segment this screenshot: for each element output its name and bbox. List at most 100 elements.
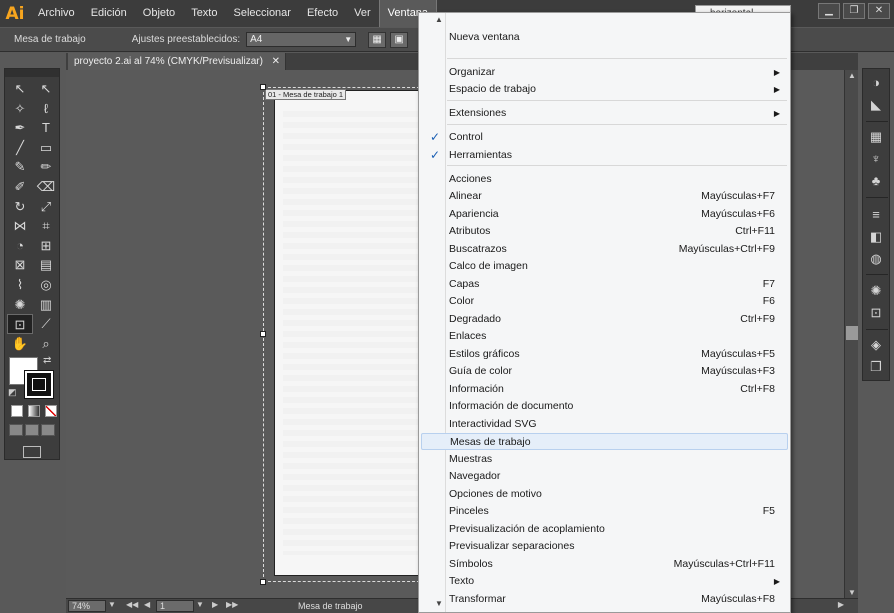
paintbrush-tool-icon[interactable]: ✎ [7,157,33,177]
eraser-tool-icon[interactable]: ⌫ [33,177,59,197]
menu-item[interactable]: Muestras [421,451,788,468]
chevron-down-icon[interactable]: ▼ [196,600,204,609]
menu-item[interactable]: Mesas de trabajo [421,433,788,450]
menu-item[interactable]: Navegador [421,468,788,485]
scroll-up-icon[interactable]: ▲ [846,71,858,80]
menu-item[interactable]: Información de documento [421,398,788,415]
menu-item[interactable]: ✓ Control [421,129,788,146]
resize-handle[interactable] [260,84,266,90]
artboard-tool-icon[interactable]: ⊡ [7,314,33,334]
menu-item[interactable]: Apariencia Mayúsculas+F6 [421,206,788,223]
menu-item[interactable]: Atributos Ctrl+F11 [421,223,788,240]
menu-item[interactable]: Opciones de motivo [421,486,788,503]
blob-brush-tool-icon[interactable]: ✐ [7,177,33,197]
zoom-tool-icon[interactable]: ⌕ [33,334,59,354]
blend-tool-icon[interactable]: ◎ [33,275,59,295]
artboards-icon[interactable]: ⊡ [867,305,885,321]
resize-handle[interactable] [260,579,266,585]
gradient-mode-icon[interactable] [28,405,40,417]
symbol-sprayer-tool-icon[interactable]: ✺ [7,295,33,315]
restore-button[interactable]: ❐ [843,3,865,19]
scroll-thumb[interactable] [846,326,858,340]
color-mode-icon[interactable] [11,405,23,417]
resize-handle[interactable] [260,331,266,337]
layers-icon[interactable]: ◈ [867,337,885,353]
color-guide-icon[interactable]: ◑ [867,75,885,91]
scroll-right-icon[interactable]: ▶ [838,600,844,609]
swap-fill-stroke-icon[interactable]: ⇄ [43,355,51,366]
lasso-tool-icon[interactable]: ℓ [33,99,59,119]
menu-scroll-up-icon[interactable]: ▲ [435,15,443,24]
menu-edicion[interactable]: Edición [83,0,135,27]
free-transform-tool-icon[interactable]: ⌗ [33,216,59,236]
shape-builder-tool-icon[interactable]: ◔ [7,236,33,256]
menu-item[interactable]: Símbolos Mayúsculas+Ctrl+F11 [421,556,788,573]
menu-item[interactable]: Color F6 [421,293,788,310]
vertical-scrollbar[interactable]: ▲ ▼ [844,70,858,598]
menu-item[interactable]: Buscatrazos Mayúsculas+Ctrl+F9 [421,241,788,258]
slice-tool-icon[interactable]: ⟋ [33,314,59,334]
stroke-swatch[interactable] [24,370,54,399]
default-colors-icon[interactable]: ◩ [8,387,17,398]
rectangle-tool-icon[interactable]: ▭ [33,138,59,158]
graphic-styles-icon[interactable]: ✺ [867,283,885,299]
mesh-tool-icon[interactable]: ⊠ [7,255,33,275]
menu-item[interactable]: Información Ctrl+F8 [421,381,788,398]
portrait-icon[interactable]: ▦ [368,31,387,48]
magic-wand-tool-icon[interactable]: ✧ [7,99,33,119]
gradient-panel-icon[interactable]: ◣ [867,97,885,113]
type-tool-icon[interactable]: T [33,118,59,138]
next-artboard-icon[interactable]: ▶ [212,600,218,609]
close-button[interactable]: ✕ [868,3,890,19]
menu-item[interactable]: Texto ▶ [421,573,788,590]
none-mode-icon[interactable] [45,405,57,417]
menu-item[interactable]: Extensiones ▶ [421,105,788,122]
scroll-down-icon[interactable]: ▼ [846,588,858,597]
last-artboard-icon[interactable]: ▶▶ [226,600,238,609]
menu-item[interactable]: Organizar ▶ [421,64,788,81]
draw-normal-icon[interactable] [9,424,23,436]
hand-tool-icon[interactable]: ✋ [7,334,33,354]
zoom-select[interactable]: 74% [68,600,106,612]
menu-item[interactable]: Enlaces [421,328,788,345]
screen-mode-icon[interactable] [23,446,41,458]
menu-item[interactable]: Previsualizar separaciones [421,538,788,555]
pencil-tool-icon[interactable]: ✏ [33,157,59,177]
preset-select[interactable]: A4 ▼ [246,32,357,47]
menu-item[interactable]: Nueva ventana [421,29,788,46]
menu-item[interactable]: Capas F7 [421,276,788,293]
pen-tool-icon[interactable]: ✒ [7,118,33,138]
swatches-icon[interactable]: ▦ [867,129,885,145]
menu-item[interactable]: Estilos gráficos Mayúsculas+F5 [421,346,788,363]
first-artboard-icon[interactable]: ◀◀ [126,600,138,609]
rotate-tool-icon[interactable]: ↻ [7,197,33,217]
brushes-icon[interactable]: ♆ [867,151,885,167]
perspective-grid-tool-icon[interactable]: ⊞ [33,236,59,256]
prev-artboard-icon[interactable]: ◀ [144,600,150,609]
menu-texto[interactable]: Texto [183,0,225,27]
eyedropper-tool-icon[interactable]: ⌇ [7,275,33,295]
artboard[interactable] [274,90,420,576]
gradient-tool-icon[interactable]: ▤ [33,255,59,275]
menu-item[interactable]: Transformar Mayúsculas+F8 [421,591,788,608]
menu-item[interactable]: Interactividad SVG [421,416,788,433]
menu-item[interactable]: Previsualización de acoplamiento [421,521,788,538]
symbols-icon[interactable]: ♣ [867,173,885,189]
draw-inside-icon[interactable] [41,424,55,436]
width-tool-icon[interactable]: ⋈ [7,216,33,236]
menu-item[interactable]: Pinceles F5 [421,503,788,520]
menu-item[interactable]: Espacio de trabajo ▶ [421,81,788,98]
menu-item[interactable]: Guía de color Mayúsculas+F3 [421,363,788,380]
direct-selection-tool-icon[interactable]: ↖ [33,79,59,99]
draw-behind-icon[interactable] [25,424,39,436]
menu-efecto[interactable]: Efecto [299,0,346,27]
selection-tool-icon[interactable]: ↖ [7,79,33,99]
appearance-icon[interactable]: ◍ [867,251,885,267]
landscape-icon[interactable]: ▣ [390,31,409,48]
links-icon[interactable]: ❐ [867,359,885,375]
menu-ver[interactable]: Ver [346,0,379,27]
panel-grip[interactable] [5,69,59,77]
line-tool-icon[interactable]: ╱ [7,138,33,158]
artboard-number-select[interactable]: 1 [156,600,194,612]
menu-item[interactable]: Degradado Ctrl+F9 [421,311,788,328]
